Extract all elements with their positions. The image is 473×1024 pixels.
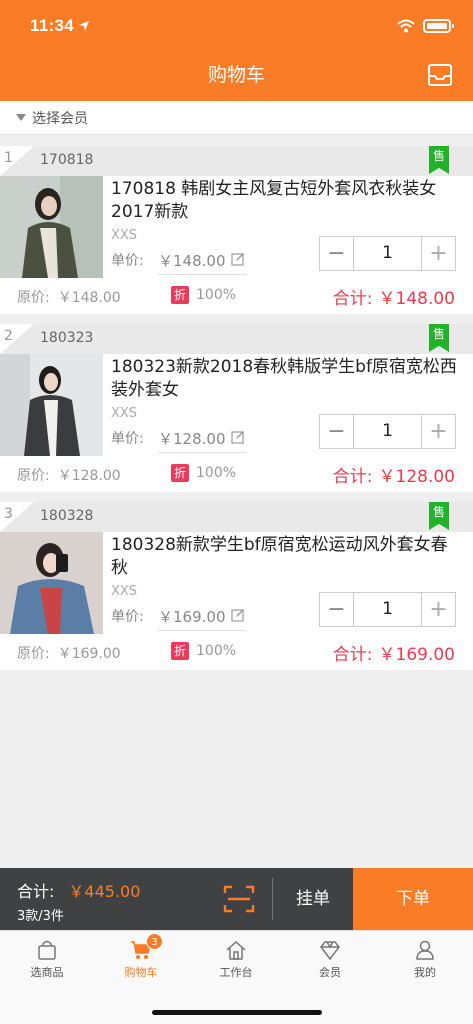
status-time: 11:34 [30,16,75,35]
increase-button[interactable]: + [421,593,455,626]
edit-icon[interactable] [231,252,245,266]
cart-item[interactable]: 3 180328 售 180328新款学生bf原宿宽松运动风外套女春秋 XXS … [0,502,473,670]
cart-item[interactable]: 2 180323 售 180323新款2018春秋韩版学生bf原宿宽松西装外套女… [0,324,473,492]
unit-price-label: 单价: [111,431,144,447]
decrease-button[interactable]: − [320,237,354,270]
cart-total: 合计: ￥445.00 [17,882,141,901]
item-index-corner: 3 [0,502,34,532]
unit-price-label: 单价: [111,253,144,269]
original-price: 原价: ￥148.00 [17,290,121,306]
hold-order-button[interactable]: 挂单 [273,868,353,930]
cart-item-header: 2 180323 售 [0,324,473,354]
page-title: 购物车 [207,64,265,86]
bag-icon [38,940,56,960]
item-index-corner: 2 [0,324,34,354]
discount-badge: 折 [171,642,189,660]
unit-price-label: 单价: [111,609,144,625]
checkout-bar: 合计: ￥445.00 3款/3件 挂单 下单 [0,868,473,930]
product-size: XXS [111,228,138,243]
product-image[interactable] [0,354,103,456]
tab-mine[interactable]: 我的 [378,939,472,980]
product-name: 170818 韩剧女主风复古短外套风衣秋装女2017新款 [111,179,437,222]
inbox-icon[interactable] [427,63,453,87]
cart-item[interactable]: 1 170818 售 170818 韩剧女主风复古短外套风衣秋装女2017新款 … [0,146,473,314]
edit-icon[interactable] [231,608,245,622]
select-member-label: 选择会员 [32,110,88,127]
select-member-button[interactable]: 选择会员 [0,101,473,135]
tab-workbench[interactable]: 工作台 [189,939,283,980]
tab-cart[interactable]: 3 购物车 [94,933,188,980]
item-subtotal: 合计: ￥169.00 [332,645,455,665]
quantity-value[interactable]: 1 [354,237,421,270]
place-order-button[interactable]: 下单 [353,868,473,930]
quantity-value[interactable]: 1 [354,593,421,626]
quantity-value[interactable]: 1 [354,415,421,448]
home-indicator [152,1010,322,1015]
cart-count: 3款/3件 [17,909,64,924]
increase-button[interactable]: + [421,237,455,270]
item-code: 180328 [40,508,94,524]
discount-value: 100% [196,643,237,659]
discount-badge: 折 [171,286,189,304]
cart-item-header: 1 170818 售 [0,146,473,176]
cart-total-amount: ￥445.00 [68,882,141,901]
product-name: 180323新款2018春秋韩版学生bf原宿宽松西装外套女 [111,357,457,400]
battery-icon [423,19,454,33]
discount-value: 100% [196,287,237,303]
sold-tag: 售 [429,502,449,530]
status-bar: 11:34 [30,14,454,38]
triangle-down-icon [16,114,26,121]
scan-icon[interactable] [223,884,255,914]
discount-badge: 折 [171,464,189,482]
item-subtotal: 合计: ￥148.00 [332,289,455,309]
user-icon [416,940,434,960]
sold-tag: 售 [429,146,449,174]
item-code: 180323 [40,330,94,346]
diamond-icon [320,941,340,961]
product-size: XXS [111,584,138,599]
product-size: XXS [111,406,138,421]
home-icon [226,940,246,960]
original-price: 原价: ￥128.00 [17,468,121,484]
tab-label: 我的 [414,966,436,979]
location-arrow-icon [79,21,90,31]
tab-label: 工作台 [219,966,253,979]
quantity-stepper: − 1 + [319,236,456,271]
tab-label: 选商品 [30,966,64,979]
product-name: 180328新款学生bf原宿宽松运动风外套女春秋 [111,535,448,578]
cart-badge: 3 [146,933,163,950]
quantity-stepper: − 1 + [319,414,456,449]
tab-label: 会员 [319,966,341,979]
cart-item-header: 3 180328 售 [0,502,473,532]
item-subtotal: 合计: ￥128.00 [332,467,455,487]
item-code: 170818 [40,152,94,168]
product-image[interactable] [0,532,103,634]
discount-value: 100% [196,465,237,481]
increase-button[interactable]: + [421,415,455,448]
product-image[interactable] [0,176,103,278]
tab-members[interactable]: 会员 [283,939,377,980]
sold-tag: 售 [429,324,449,352]
edit-icon[interactable] [231,430,245,444]
tab-label: 购物车 [124,966,158,979]
nav-header: 11:34 购物车 [0,0,473,101]
quantity-stepper: − 1 + [319,592,456,627]
tab-select-products[interactable]: 选商品 [0,939,94,980]
decrease-button[interactable]: − [320,593,354,626]
decrease-button[interactable]: − [320,415,354,448]
item-index-corner: 1 [0,146,34,176]
wifi-icon [397,19,415,33]
original-price: 原价: ￥169.00 [17,646,121,662]
